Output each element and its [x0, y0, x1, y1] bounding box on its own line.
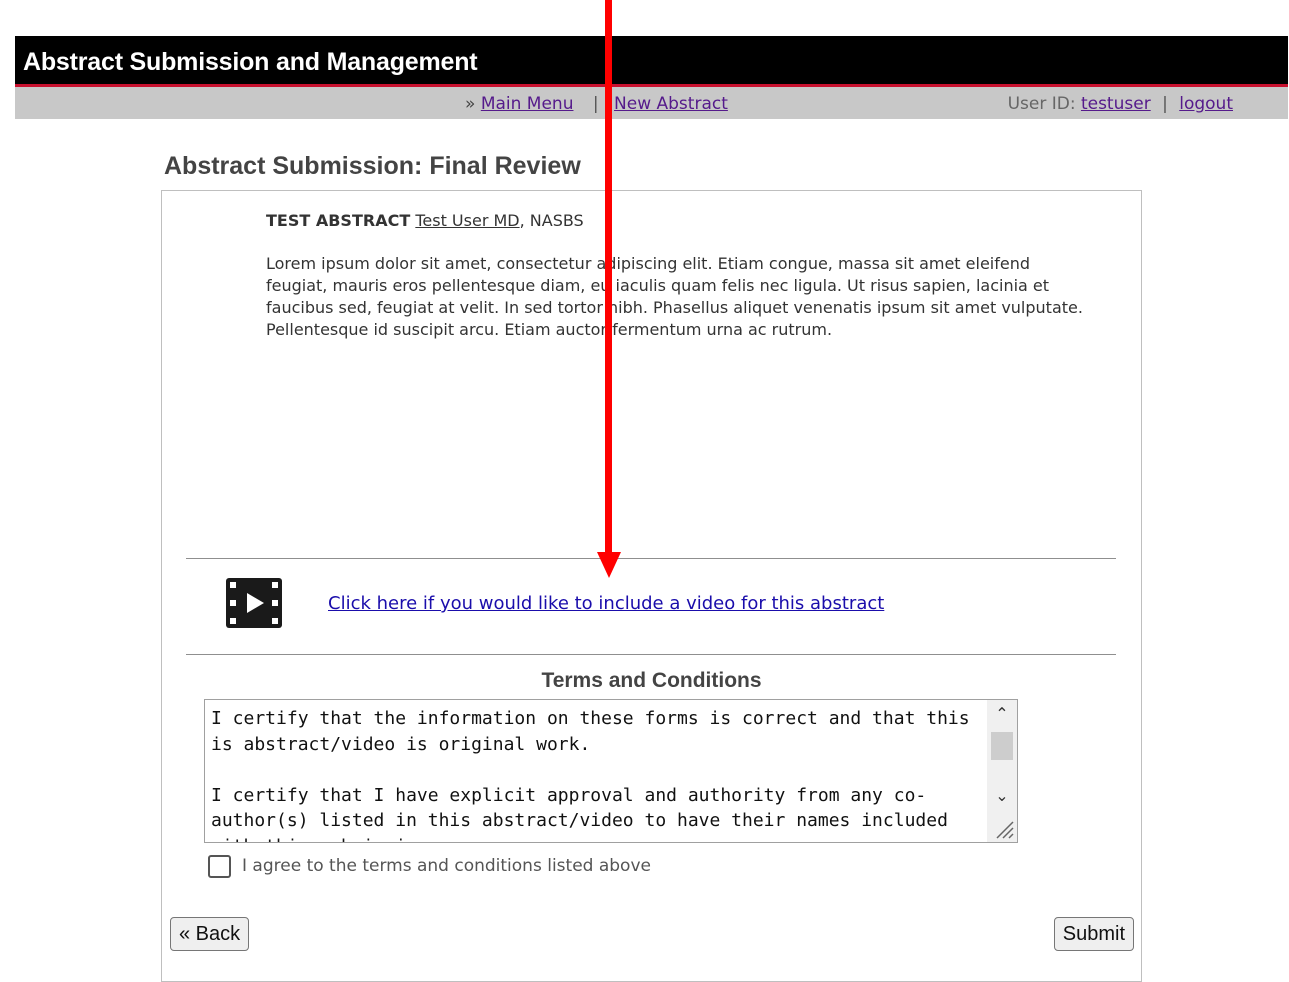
nav-prefix: » [465, 94, 476, 114]
page-title: Abstract Submission: Final Review [164, 152, 581, 180]
app-title: Abstract Submission and Management [23, 48, 478, 76]
scroll-up-icon[interactable]: ⌃ [987, 702, 1017, 726]
user-id-link[interactable]: testuser [1081, 94, 1151, 114]
abstract-affiliation: , NASBS [519, 211, 584, 230]
back-button[interactable]: « Back [170, 917, 250, 951]
abstract-header: TEST ABSTRACT Test User MD, NASBS [266, 211, 584, 230]
submit-button[interactable]: Submit [1053, 917, 1134, 951]
app-header: Abstract Submission and Management [15, 36, 1288, 87]
abstract-title: TEST ABSTRACT [266, 211, 411, 230]
terms-textarea[interactable]: I certify that the information on these … [204, 699, 1018, 843]
terms-text: I certify that the information on these … [211, 708, 970, 842]
user-area: User ID: testuser | logout [1008, 94, 1233, 114]
film-icon [226, 578, 282, 628]
agree-label: I agree to the terms and conditions list… [242, 856, 651, 876]
abstract-body: Lorem ipsum dolor sit amet, consectetur … [266, 254, 1083, 339]
terms-heading: Terms and Conditions [541, 669, 762, 692]
agree-checkbox[interactable] [208, 855, 231, 878]
user-id-label: User ID: [1007, 94, 1076, 114]
scroll-down-icon[interactable]: ⌄ [987, 784, 1017, 808]
scroll-thumb[interactable] [991, 732, 1013, 760]
abstract-author: Test User MD [415, 211, 520, 230]
user-separator: | [1162, 94, 1168, 114]
divider-bottom [186, 654, 1116, 655]
resize-grip-icon[interactable] [993, 818, 1015, 840]
red-arrow-annotation [597, 0, 621, 578]
review-panel: TEST ABSTRACT Test User MD, NASBS Lorem … [161, 190, 1142, 982]
include-video-link[interactable]: Click here if you would like to include … [328, 593, 884, 614]
video-row: Click here if you would like to include … [186, 561, 1116, 651]
logout-link[interactable]: logout [1179, 94, 1233, 114]
nav-bar: » Main Menu | New Abstract User ID: test… [15, 87, 1288, 119]
new-abstract-link[interactable]: New Abstract [614, 94, 728, 114]
main-menu-link[interactable]: Main Menu [481, 94, 574, 114]
divider-top [186, 558, 1116, 559]
